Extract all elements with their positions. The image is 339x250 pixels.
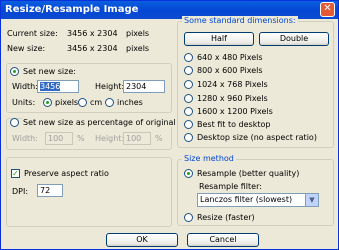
desktop-size-radio[interactable] — [184, 133, 193, 142]
percent-width-input[interactable]: 100 — [45, 132, 73, 145]
percent-height-unit: % — [155, 134, 163, 143]
dim-1600-label: 1600 x 1200 Pixels — [197, 107, 273, 116]
dim-800-radio[interactable] — [184, 66, 193, 75]
height-label: Height: — [95, 82, 125, 91]
percent-radio[interactable] — [10, 118, 19, 127]
dpi-label: DPI: — [12, 187, 29, 196]
dim-640-label: 640 x 480 Pixels — [197, 53, 263, 62]
cancel-button[interactable]: Cancel — [187, 233, 259, 247]
resize-dialog: Resize/Resample Image ✕ Current size: 34… — [0, 0, 339, 250]
size-method-legend: Size method — [182, 154, 236, 163]
dim-1600-radio[interactable] — [184, 107, 193, 116]
height-input[interactable]: 2304 — [123, 80, 165, 93]
set-new-size-label: Set new size: — [22, 67, 77, 76]
percent-width-unit: % — [77, 134, 85, 143]
window-title: Resize/Resample Image — [5, 4, 139, 15]
chevron-down-icon[interactable]: ▼ — [305, 194, 318, 206]
current-size-unit: pixels — [126, 29, 150, 38]
units-pixels-radio[interactable] — [43, 98, 52, 107]
new-size-label: New size: — [7, 44, 46, 53]
best-fit-radio[interactable] — [184, 120, 193, 129]
desktop-size-label: Desktop size (no aspect ratio) — [197, 133, 317, 142]
new-size-unit: pixels — [126, 44, 150, 53]
width-input[interactable]: 3456 — [37, 80, 79, 93]
width-label: Width: — [12, 82, 38, 91]
preserve-aspect-checkbox[interactable]: ✓ — [11, 169, 20, 178]
dim-1024-radio[interactable] — [184, 80, 193, 89]
resample-filter-select[interactable]: Lanczos filter (slowest) ▼ — [197, 193, 319, 207]
half-button[interactable]: Half — [184, 32, 254, 46]
percent-width-label: Width: — [12, 134, 38, 143]
dim-640-radio[interactable] — [184, 53, 193, 62]
dpi-input[interactable]: 72 — [37, 184, 63, 197]
resample-radio[interactable] — [184, 169, 193, 178]
close-icon: ✕ — [323, 3, 332, 14]
resize-label: Resize (faster) — [197, 213, 255, 222]
units-pixels-label: pixels — [55, 98, 79, 107]
units-cm-radio[interactable] — [78, 98, 87, 107]
percent-label: Set new size as percentage of original — [22, 118, 177, 127]
aspect-group — [6, 157, 172, 227]
current-size-label: Current size: — [7, 29, 58, 38]
preserve-aspect-label: Preserve aspect ratio — [24, 169, 109, 178]
units-inches-label: inches — [117, 98, 143, 107]
resample-filter-label: Resample filter: — [199, 182, 262, 191]
set-new-size-radio[interactable] — [10, 67, 19, 76]
units-cm-label: cm — [90, 98, 103, 107]
resize-radio[interactable] — [184, 213, 193, 222]
ok-button[interactable]: OK — [106, 233, 178, 247]
dim-1280-radio[interactable] — [184, 94, 193, 103]
resample-label: Resample (better quality) — [197, 169, 300, 178]
standard-dimensions-legend: Some standard dimensions: — [182, 16, 298, 25]
close-button[interactable]: ✕ — [320, 2, 335, 17]
percent-height-input[interactable]: 100 — [123, 132, 151, 145]
dim-1280-label: 1280 x 960 Pixels — [197, 94, 268, 103]
double-button[interactable]: Double — [259, 32, 329, 46]
units-label: Units: — [12, 98, 36, 107]
percent-height-label: Height: — [95, 134, 125, 143]
new-size-value: 3456 x 2304 — [67, 44, 118, 53]
resample-filter-value: Lanczos filter (slowest) — [200, 195, 293, 204]
current-size-value: 3456 x 2304 — [67, 29, 118, 38]
best-fit-label: Best fit to desktop — [197, 120, 271, 129]
units-inches-radio[interactable] — [105, 98, 114, 107]
dim-1024-label: 1024 x 768 Pixels — [197, 80, 268, 89]
dim-800-label: 800 x 600 Pixels — [197, 66, 263, 75]
